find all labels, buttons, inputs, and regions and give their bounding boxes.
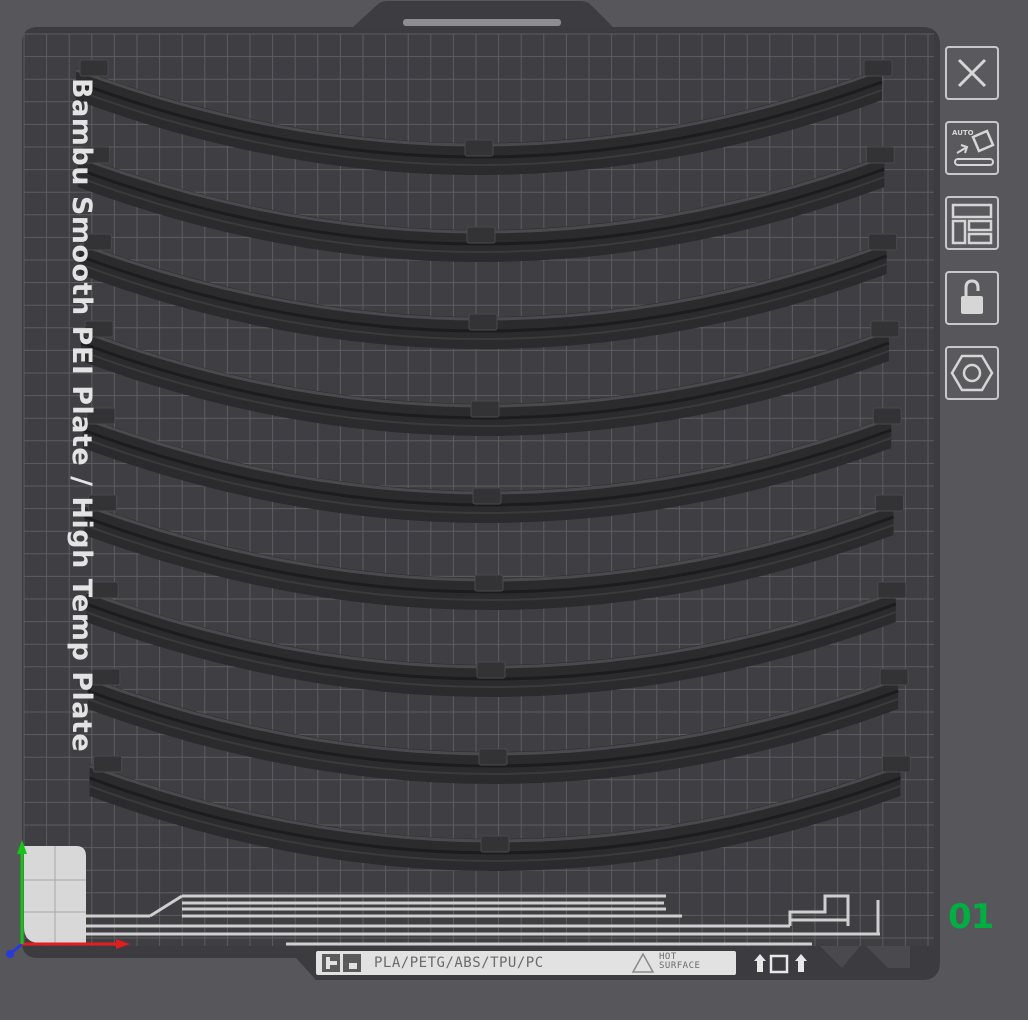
plate-settings-button[interactable] bbox=[945, 346, 999, 400]
auto-orient-button[interactable]: AUTO bbox=[945, 121, 999, 175]
plate-number: 01 bbox=[948, 897, 994, 937]
plate-type-label: Bambu Smooth PEI Plate / High Temp Plate bbox=[66, 78, 97, 753]
close-icon bbox=[957, 58, 987, 88]
plate-type-icon bbox=[322, 954, 361, 972]
orientation-icon bbox=[754, 954, 807, 974]
arrange-icon bbox=[951, 203, 993, 245]
hot-surface-label: HOT SURFACE bbox=[659, 952, 701, 971]
materials-list: PLA/PETG/ABS/TPU/PC bbox=[374, 955, 544, 971]
lock-button[interactable] bbox=[945, 271, 999, 325]
warning-icon bbox=[631, 952, 655, 973]
hexagon-settings-icon bbox=[950, 354, 994, 392]
auto-orient-icon: AUTO bbox=[952, 129, 995, 166]
svg-text:AUTO: AUTO bbox=[952, 129, 974, 137]
materials-bar: PLA/PETG/ABS/TPU/PC HOT SURFACE bbox=[316, 951, 736, 975]
lock-icon bbox=[961, 279, 983, 314]
plate-logo-block bbox=[24, 846, 86, 943]
plate-handle-slot bbox=[403, 19, 561, 26]
close-button[interactable] bbox=[945, 46, 999, 100]
arrange-button[interactable] bbox=[945, 196, 999, 250]
build-plate-scene bbox=[6, 1, 940, 980]
